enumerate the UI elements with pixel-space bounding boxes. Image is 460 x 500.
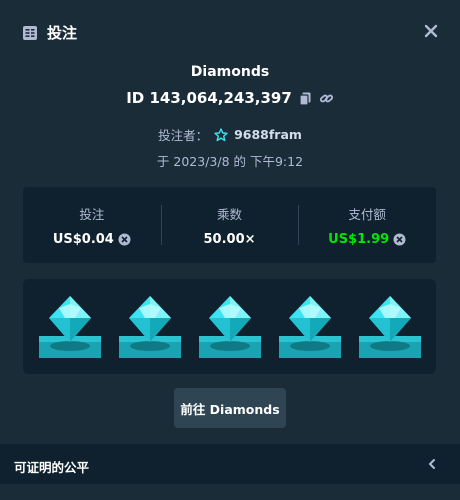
- stat-label: 支付额: [348, 206, 386, 222]
- game-name: Diamonds: [190, 64, 270, 80]
- chevron-left-icon[interactable]: [426, 458, 438, 470]
- stat-value: US$1.99: [328, 231, 390, 247]
- diamond-gem-tile: [359, 296, 421, 358]
- bettor-name[interactable]: 9688fram: [234, 127, 302, 142]
- diamond-gem-tile: [199, 296, 261, 358]
- stat-value: US$0.04: [52, 231, 114, 247]
- stat-value: 50.00×: [203, 231, 256, 247]
- bet-date: 于 2023/3/8 的 下午9:12: [156, 154, 304, 169]
- bet-slip-icon: [23, 25, 37, 40]
- bettor-row: 投注者： 9688fram: [0, 125, 460, 144]
- stat-multiplier: 乘数 50.00×: [160, 187, 299, 263]
- diamond-gem-tile: [39, 296, 101, 358]
- title-group: 投注: [22, 22, 77, 43]
- copy-icon[interactable]: [298, 91, 313, 106]
- modal-title: 投注: [47, 24, 78, 42]
- close-icon[interactable]: [422, 22, 440, 40]
- bet-id-row: ID 143,064,243,397: [0, 89, 460, 107]
- stat-bet-amount: 投注 US$0.04: [23, 187, 161, 263]
- provably-fair-label: 可证明的公平: [14, 460, 90, 475]
- go-to-game-button[interactable]: 前往 Diamonds: [174, 388, 286, 428]
- bettor-label: 投注者：: [158, 128, 209, 143]
- coin-icon: [393, 233, 406, 245]
- bet-stats: 投注 US$0.04 乘数 50.00× 支付额 US$1.99: [23, 187, 436, 263]
- diamonds-result-grid: [23, 279, 436, 374]
- bet-id: ID 143,064,243,397: [126, 89, 292, 107]
- vip-star-icon: [214, 127, 228, 141]
- stat-label: 乘数: [217, 206, 243, 222]
- coin-icon: [118, 233, 131, 245]
- link-icon[interactable]: [319, 91, 334, 106]
- provably-fair-bar[interactable]: 可证明的公平: [0, 444, 460, 484]
- diamond-gem-tile: [279, 296, 341, 358]
- stat-value-row: US$1.99: [328, 232, 406, 247]
- diamond-gem-tile: [119, 296, 181, 358]
- bet-modal: 投注 Diamonds ID 143,064,243,397 投注者： 9688…: [0, 0, 460, 500]
- stat-label: 投注: [79, 206, 105, 222]
- stat-value-row: 50.00×: [204, 232, 256, 247]
- modal-header: 投注: [0, 0, 460, 62]
- stat-value-row: US$0.04: [53, 232, 131, 247]
- stat-payout: 支付额 US$1.99: [298, 187, 436, 263]
